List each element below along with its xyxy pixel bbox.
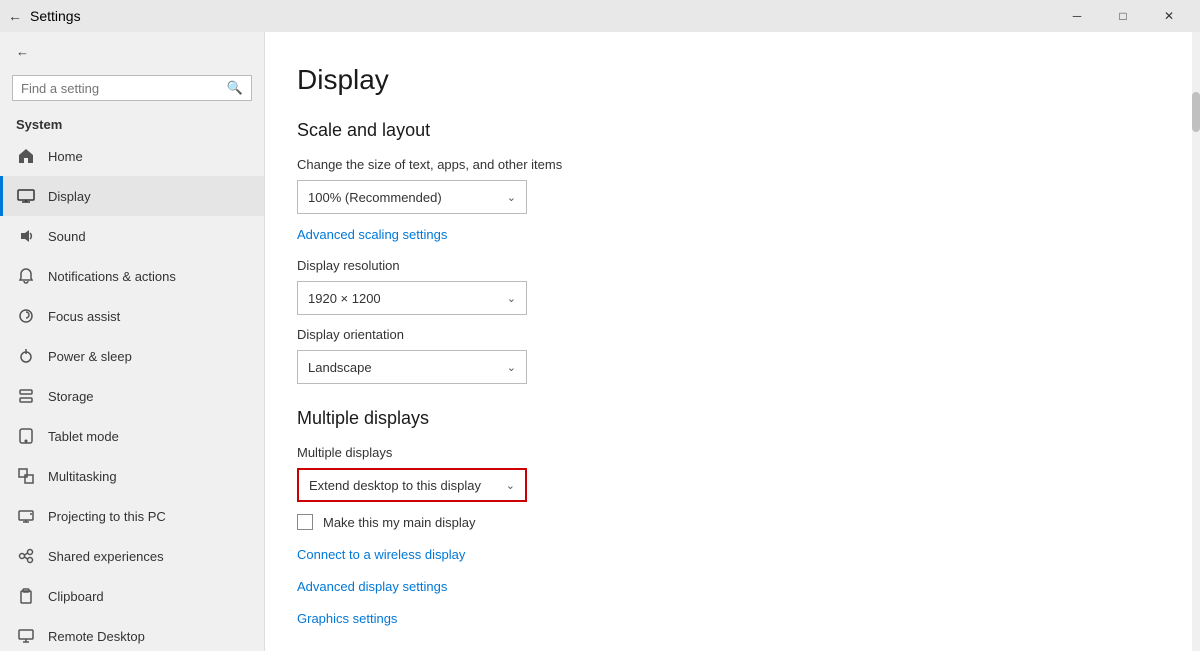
sidebar-item-clipboard[interactable]: Clipboard xyxy=(0,576,264,616)
scrollbar-thumb[interactable] xyxy=(1192,92,1200,132)
sidebar-item-focus[interactable]: Focus assist xyxy=(0,296,264,336)
sidebar-item-label-sound: Sound xyxy=(48,229,86,244)
sidebar-item-label-power: Power & sleep xyxy=(48,349,132,364)
main-display-checkbox-row: Make this my main display xyxy=(297,514,1152,530)
sidebar-item-shared[interactable]: Shared experiences xyxy=(0,536,264,576)
advanced-display-link[interactable]: Advanced display settings xyxy=(297,579,447,594)
sidebar-item-multitasking[interactable]: Multitasking xyxy=(0,456,264,496)
storage-icon xyxy=(16,386,36,406)
scaling-dropdown-value: 100% (Recommended) xyxy=(308,190,442,205)
app-body: ← 🔍 System Home Display Sound xyxy=(0,32,1200,651)
orientation-label: Display orientation xyxy=(297,327,1152,342)
scaling-dropdown-wrapper: 100% (Recommended) ⌄ xyxy=(297,180,1152,214)
multitasking-icon xyxy=(16,466,36,486)
main-display-checkbox-label: Make this my main display xyxy=(323,515,475,530)
multiple-displays-dropdown-wrapper: Extend desktop to this display ⌄ xyxy=(297,468,1152,502)
close-button[interactable]: ✕ xyxy=(1146,0,1192,32)
multiple-displays-chevron-icon: ⌄ xyxy=(506,479,515,492)
sidebar-item-notifications[interactable]: Notifications & actions xyxy=(0,256,264,296)
sidebar-item-label-shared: Shared experiences xyxy=(48,549,164,564)
main-display-checkbox[interactable] xyxy=(297,514,313,530)
scaling-dropdown[interactable]: 100% (Recommended) ⌄ xyxy=(297,180,527,214)
power-icon xyxy=(16,346,36,366)
sidebar-item-label-focus: Focus assist xyxy=(48,309,120,324)
sidebar-item-remote[interactable]: Remote Desktop xyxy=(0,616,264,651)
sidebar-item-display[interactable]: Display xyxy=(0,176,264,216)
orientation-dropdown-value: Landscape xyxy=(308,360,372,375)
sidebar: ← 🔍 System Home Display Sound xyxy=(0,32,265,651)
sidebar-item-label-remote: Remote Desktop xyxy=(48,629,145,644)
clipboard-icon xyxy=(16,586,36,606)
minimize-button[interactable]: ─ xyxy=(1054,0,1100,32)
orientation-dropdown-wrapper: Landscape ⌄ xyxy=(297,350,1152,384)
graphics-settings-link[interactable]: Graphics settings xyxy=(297,611,397,626)
multiple-displays-label: Multiple displays xyxy=(297,445,1152,460)
sound-icon xyxy=(16,226,36,246)
search-input[interactable] xyxy=(21,81,227,96)
resolution-label: Display resolution xyxy=(297,258,1152,273)
resolution-dropdown-wrapper: 1920 × 1200 ⌄ xyxy=(297,281,1152,315)
search-icon: 🔍 xyxy=(227,80,243,96)
multiple-displays-section-title: Multiple displays xyxy=(297,408,1152,429)
sidebar-item-power[interactable]: Power & sleep xyxy=(0,336,264,376)
sidebar-item-home[interactable]: Home xyxy=(0,136,264,176)
sidebar-item-projecting[interactable]: Projecting to this PC xyxy=(0,496,264,536)
sidebar-item-sound[interactable]: Sound xyxy=(0,216,264,256)
sidebar-section-title: System xyxy=(0,109,264,136)
orientation-dropdown[interactable]: Landscape ⌄ xyxy=(297,350,527,384)
sidebar-item-label-clipboard: Clipboard xyxy=(48,589,104,604)
shared-icon xyxy=(16,546,36,566)
multiple-displays-dropdown[interactable]: Extend desktop to this display ⌄ xyxy=(297,468,527,502)
sidebar-item-label-notifications: Notifications & actions xyxy=(48,269,176,284)
resolution-dropdown-value: 1920 × 1200 xyxy=(308,291,381,306)
sidebar-item-label-storage: Storage xyxy=(48,389,94,404)
scaling-chevron-icon: ⌄ xyxy=(507,191,516,204)
title-bar-controls: ─ □ ✕ xyxy=(1054,0,1192,32)
orientation-chevron-icon: ⌄ xyxy=(507,361,516,374)
connect-wireless-link[interactable]: Connect to a wireless display xyxy=(297,547,465,562)
scaling-label: Change the size of text, apps, and other… xyxy=(297,157,1152,172)
sidebar-item-tablet[interactable]: Tablet mode xyxy=(0,416,264,456)
sidebar-search-container[interactable]: 🔍 xyxy=(12,75,252,101)
sidebar-item-label-projecting: Projecting to this PC xyxy=(48,509,166,524)
remote-icon xyxy=(16,626,36,646)
projecting-icon xyxy=(16,506,36,526)
scale-section-title: Scale and layout xyxy=(297,120,1152,141)
display-icon xyxy=(16,186,36,206)
sidebar-item-label-display: Display xyxy=(48,189,91,204)
sidebar-item-storage[interactable]: Storage xyxy=(0,376,264,416)
page-title: Display xyxy=(297,64,1152,96)
notifications-icon xyxy=(16,266,36,286)
focus-icon xyxy=(16,306,36,326)
resolution-chevron-icon: ⌄ xyxy=(507,292,516,305)
main-content: Display Scale and layout Change the size… xyxy=(265,32,1200,651)
sidebar-back-button[interactable]: ← xyxy=(0,32,264,71)
title-bar-left: ← Settings xyxy=(8,8,81,24)
back-icon[interactable]: ← xyxy=(8,8,22,24)
title-bar: ← Settings ─ □ ✕ xyxy=(0,0,1200,32)
multiple-displays-dropdown-value: Extend desktop to this display xyxy=(309,478,481,493)
sidebar-item-label-home: Home xyxy=(48,149,83,164)
tablet-icon xyxy=(16,426,36,446)
home-icon xyxy=(16,146,36,166)
scrollbar-track[interactable] xyxy=(1192,32,1200,651)
title-bar-title: Settings xyxy=(30,8,81,24)
sidebar-item-label-multitasking: Multitasking xyxy=(48,469,117,484)
advanced-scaling-link[interactable]: Advanced scaling settings xyxy=(297,227,447,242)
maximize-button[interactable]: □ xyxy=(1100,0,1146,32)
resolution-dropdown[interactable]: 1920 × 1200 ⌄ xyxy=(297,281,527,315)
sidebar-item-label-tablet: Tablet mode xyxy=(48,429,119,444)
back-arrow-icon: ← xyxy=(16,44,29,59)
